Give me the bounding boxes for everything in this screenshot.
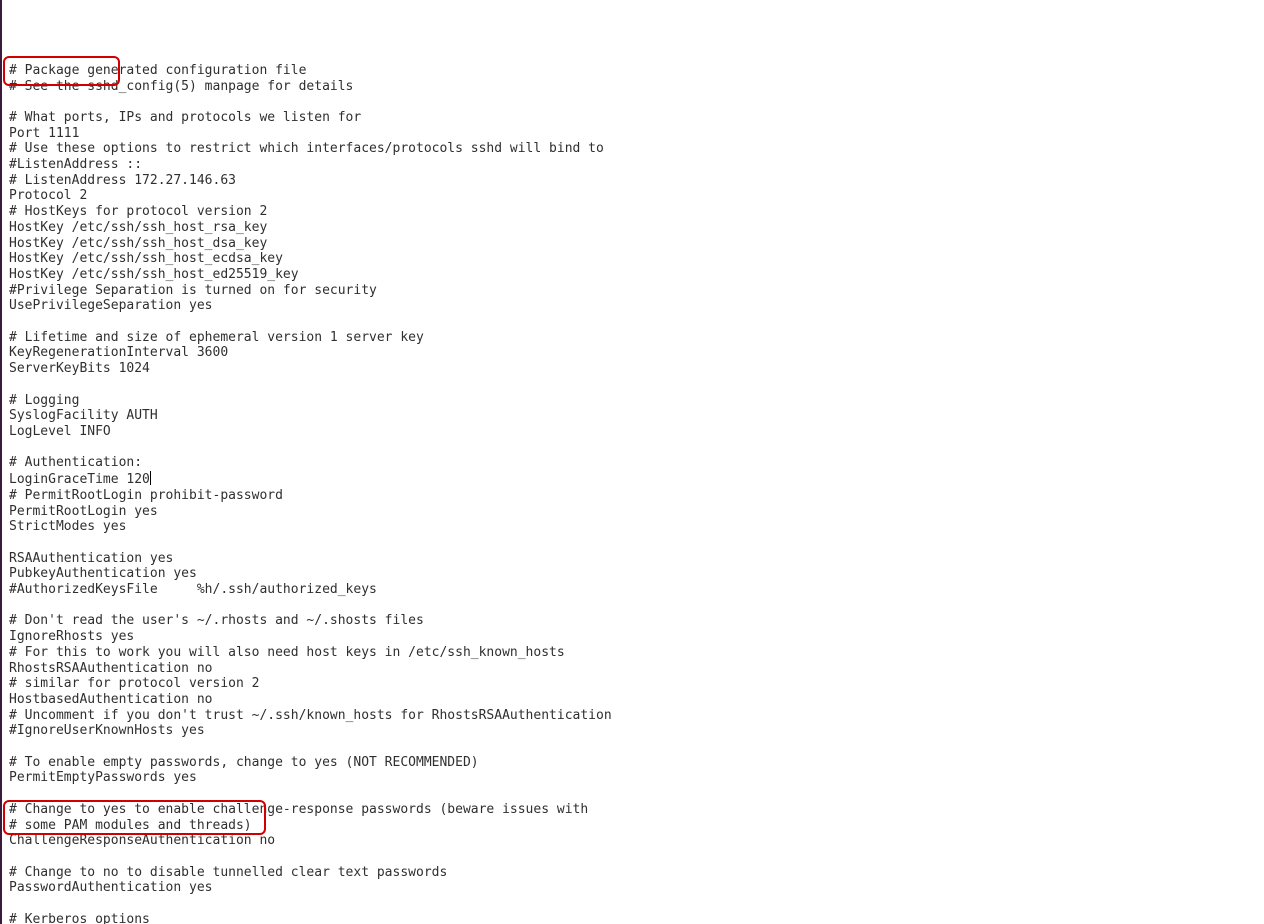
config-line: # similar for protocol version 2 xyxy=(9,676,1264,692)
config-line: UsePrivilegeSeparation yes xyxy=(9,298,1264,314)
config-line: # PermitRootLogin prohibit-password xyxy=(9,488,1264,504)
config-line: IgnoreRhosts yes xyxy=(9,629,1264,645)
config-line xyxy=(9,535,1264,551)
config-line: HostbasedAuthentication no xyxy=(9,692,1264,708)
config-line: # To enable empty passwords, change to y… xyxy=(9,755,1264,771)
config-line xyxy=(9,598,1264,614)
config-line: RhostsRSAAuthentication no xyxy=(9,661,1264,677)
config-line: # Use these options to restrict which in… xyxy=(9,141,1264,157)
config-line: SyslogFacility AUTH xyxy=(9,408,1264,424)
config-line xyxy=(9,377,1264,393)
config-line: PubkeyAuthentication yes xyxy=(9,566,1264,582)
config-line: # Lifetime and size of ephemeral version… xyxy=(9,330,1264,346)
config-line xyxy=(9,314,1264,330)
config-line: #Privilege Separation is turned on for s… xyxy=(9,283,1264,299)
config-line: StrictModes yes xyxy=(9,519,1264,535)
config-line: # Authentication: xyxy=(9,455,1264,471)
config-line: # Don't read the user's ~/.rhosts and ~/… xyxy=(9,613,1264,629)
config-line: #AuthorizedKeysFile %h/.ssh/authorized_k… xyxy=(9,582,1264,598)
config-line: Protocol 2 xyxy=(9,188,1264,204)
config-line xyxy=(9,896,1264,912)
config-line: # See the sshd_config(5) manpage for det… xyxy=(9,79,1264,95)
config-line: HostKey /etc/ssh/ssh_host_ed25519_key xyxy=(9,267,1264,283)
config-line: Port 1111 xyxy=(9,126,1264,142)
config-line xyxy=(9,440,1264,456)
config-line: # Uncomment if you don't trust ~/.ssh/kn… xyxy=(9,708,1264,724)
config-line: # What ports, IPs and protocols we liste… xyxy=(9,110,1264,126)
config-line: # ListenAddress 172.27.146.63 xyxy=(9,173,1264,189)
config-line: # Package generated configuration file xyxy=(9,63,1264,79)
config-line: # For this to work you will also need ho… xyxy=(9,645,1264,661)
config-line xyxy=(9,849,1264,865)
config-line: HostKey /etc/ssh/ssh_host_rsa_key xyxy=(9,220,1264,236)
config-file-view[interactable]: # Package generated configuration file# … xyxy=(9,63,1264,924)
config-line: HostKey /etc/ssh/ssh_host_dsa_key xyxy=(9,236,1264,252)
config-line: # Change to no to disable tunnelled clea… xyxy=(9,865,1264,881)
config-line: PasswordAuthentication yes xyxy=(9,880,1264,896)
config-line: LogLevel INFO xyxy=(9,424,1264,440)
config-line: PermitRootLogin yes xyxy=(9,504,1264,520)
config-line: # HostKeys for protocol version 2 xyxy=(9,204,1264,220)
config-line: KeyRegenerationInterval 3600 xyxy=(9,345,1264,361)
config-line: #ListenAddress :: xyxy=(9,157,1264,173)
text-cursor xyxy=(150,471,151,485)
config-line xyxy=(9,786,1264,802)
config-line: #IgnoreUserKnownHosts yes xyxy=(9,723,1264,739)
config-line: ServerKeyBits 1024 xyxy=(9,361,1264,377)
config-line: HostKey /etc/ssh/ssh_host_ecdsa_key xyxy=(9,251,1264,267)
config-line: # Logging xyxy=(9,393,1264,409)
config-line: # some PAM modules and threads) xyxy=(9,818,1264,834)
config-line: PermitEmptyPasswords yes xyxy=(9,770,1264,786)
config-line: # Change to yes to enable challenge-resp… xyxy=(9,802,1264,818)
config-line: RSAAuthentication yes xyxy=(9,551,1264,567)
config-line xyxy=(9,739,1264,755)
config-line: # Kerberos options xyxy=(9,912,1264,924)
config-line: ChallengeResponseAuthentication no xyxy=(9,833,1264,849)
config-line: LoginGraceTime 120 xyxy=(9,471,1264,488)
config-line xyxy=(9,94,1264,110)
